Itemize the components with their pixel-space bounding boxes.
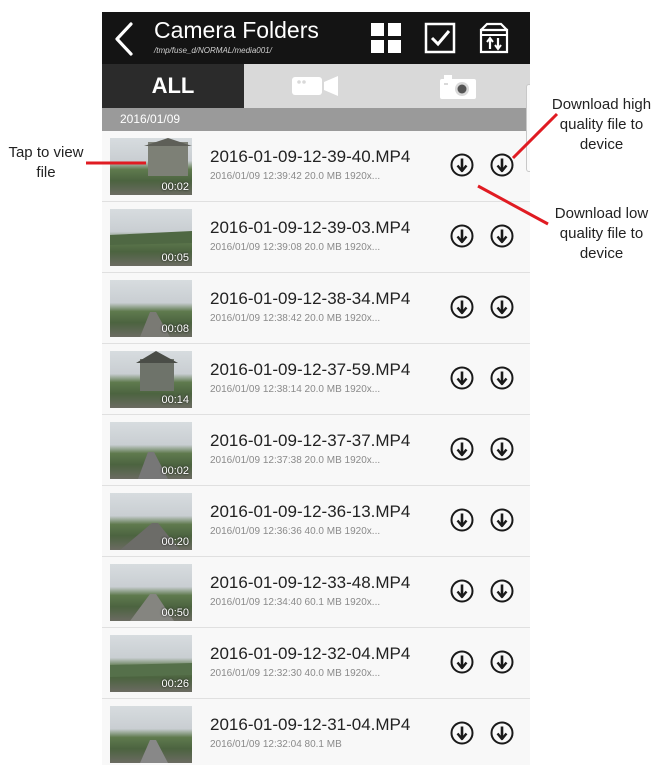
file-row[interactable]: 00:02 2016-01-09-12-37-37.MP4 2016/01/09 1… xyxy=(102,415,530,486)
file-name[interactable]: 2016-01-09-12-36-13.MP4 xyxy=(210,502,410,522)
file-name[interactable]: 2016-01-09-12-32-04.MP4 xyxy=(210,644,410,664)
video-duration: 00:02 xyxy=(161,181,189,193)
annotation-download-high: Download high quality file to device xyxy=(551,96,652,153)
folder-path: /tmp/fuse_d/NORMAL/media001/ xyxy=(154,46,272,55)
file-row[interactable]: 00:02 2016-01-09-12-39-40.MP4 2016/01/09 1… xyxy=(102,131,530,202)
download-high-quality-icon[interactable] xyxy=(490,366,514,390)
download-high-quality-icon[interactable] xyxy=(490,295,514,319)
tab-photos[interactable] xyxy=(386,64,530,108)
file-meta: 2016/01/09 12:39:08 20.0 MB 1920x... xyxy=(210,242,381,253)
file-row[interactable]: 00:05 2016-01-09-12-39-03.MP4 2016/01/09 1… xyxy=(102,202,530,273)
download-low-quality-icon[interactable] xyxy=(450,579,474,603)
file-meta: 2016/01/09 12:38:42 20.0 MB 1920x... xyxy=(210,313,381,324)
file-row[interactable]: 00:26 2016-01-09-12-32-04.MP4 2016/01/09 1… xyxy=(102,628,530,699)
download-high-quality-icon[interactable] xyxy=(490,153,514,177)
camera-folders-screen: Camera Folders /tmp/fuse_d/NORMAL/media0… xyxy=(102,12,530,765)
file-name[interactable]: 2016-01-09-12-33-48.MP4 xyxy=(210,573,410,593)
file-meta: 2016/01/09 12:34:40 60.1 MB 1920x... xyxy=(210,597,381,608)
tab-all[interactable]: ALL xyxy=(102,64,244,108)
video-duration: 00:26 xyxy=(161,678,189,690)
file-name[interactable]: 2016-01-09-12-31-04.MP4 xyxy=(210,715,410,735)
annotation-download-low: Download low quality file to device xyxy=(554,205,649,262)
file-meta: 2016/01/09 12:32:04 80.1 MB xyxy=(210,739,342,750)
download-low-quality-icon[interactable] xyxy=(450,508,474,532)
download-low-quality-icon[interactable] xyxy=(450,437,474,461)
file-row[interactable]: 00:20 2016-01-09-12-36-13.MP4 2016/01/09 1… xyxy=(102,486,530,557)
download-low-quality-icon[interactable] xyxy=(450,153,474,177)
file-meta: 2016/01/09 12:38:14 20.0 MB 1920x... xyxy=(210,384,381,395)
video-thumbnail[interactable]: 00:50 xyxy=(110,564,192,621)
file-meta: 2016/01/09 12:36:36 40.0 MB 1920x... xyxy=(210,526,381,537)
date-group-header: 2016/01/09 xyxy=(102,108,530,131)
video-thumbnail[interactable]: 00:08 xyxy=(110,280,192,337)
download-low-quality-icon[interactable] xyxy=(450,295,474,319)
file-meta: 2016/01/09 12:37:38 20.0 MB 1920x... xyxy=(210,455,381,466)
video-duration: 00:50 xyxy=(161,607,189,619)
file-name[interactable]: 2016-01-09-12-38-34.MP4 xyxy=(210,289,410,309)
file-row[interactable]: 00:08 2016-01-09-12-38-34.MP4 2016/01/09 1… xyxy=(102,273,530,344)
file-row[interactable]: 00:50 2016-01-09-12-33-48.MP4 2016/01/09 1… xyxy=(102,557,530,628)
file-list: 00:02 2016-01-09-12-39-40.MP4 2016/01/09 1… xyxy=(102,131,530,765)
file-name[interactable]: 2016-01-09-12-39-40.MP4 xyxy=(210,147,410,167)
tab-all-label: ALL xyxy=(151,73,195,98)
video-thumbnail[interactable]: 00:20 xyxy=(110,493,192,550)
file-row[interactable]: 00:14 2016-01-09-12-37-59.MP4 2016/01/09 1… xyxy=(102,344,530,415)
app-header: Camera Folders /tmp/fuse_d/NORMAL/media0… xyxy=(102,12,530,64)
download-low-quality-icon[interactable] xyxy=(450,721,474,745)
download-low-quality-icon[interactable] xyxy=(450,366,474,390)
video-duration: 00:05 xyxy=(161,252,189,264)
video-camera-icon xyxy=(292,76,338,96)
video-duration: 00:02 xyxy=(161,465,189,477)
download-high-quality-icon[interactable] xyxy=(490,721,514,745)
file-meta: 2016/01/09 12:39:42 20.0 MB 1920x... xyxy=(210,171,381,182)
download-high-quality-icon[interactable] xyxy=(490,224,514,248)
video-thumbnail[interactable] xyxy=(110,706,192,763)
media-type-tabs: ALL xyxy=(102,64,530,108)
video-duration: 00:20 xyxy=(161,536,189,548)
download-low-quality-icon[interactable] xyxy=(450,224,474,248)
annotation-tap-to-view: Tap to view file xyxy=(8,144,84,181)
file-name[interactable]: 2016-01-09-12-37-59.MP4 xyxy=(210,360,410,380)
download-high-quality-icon[interactable] xyxy=(490,579,514,603)
video-duration: 00:08 xyxy=(161,323,189,335)
select-checkbox-icon[interactable] xyxy=(424,22,456,54)
photo-camera-icon xyxy=(440,75,476,99)
video-thumbnail[interactable]: 00:14 xyxy=(110,351,192,408)
download-low-quality-icon[interactable] xyxy=(450,650,474,674)
file-meta: 2016/01/09 12:32:30 40.0 MB 1920x... xyxy=(210,668,381,679)
download-high-quality-icon[interactable] xyxy=(490,650,514,674)
sort-download-icon[interactable] xyxy=(478,22,510,54)
grid-icon[interactable] xyxy=(370,22,402,54)
download-high-quality-icon[interactable] xyxy=(490,508,514,532)
page-title: Camera Folders xyxy=(154,17,319,43)
scrollbar[interactable] xyxy=(526,84,530,172)
download-high-quality-icon[interactable] xyxy=(490,437,514,461)
file-name[interactable]: 2016-01-09-12-39-03.MP4 xyxy=(210,218,410,238)
back-icon[interactable] xyxy=(114,22,134,56)
video-thumbnail[interactable]: 00:26 xyxy=(110,635,192,692)
file-row[interactable]: 2016-01-09-12-31-04.MP4 2016/01/09 12:32:… xyxy=(102,699,530,765)
video-thumbnail[interactable]: 00:02 xyxy=(110,138,192,195)
video-thumbnail[interactable]: 00:05 xyxy=(110,209,192,266)
file-name[interactable]: 2016-01-09-12-37-37.MP4 xyxy=(210,431,410,451)
video-thumbnail[interactable]: 00:02 xyxy=(110,422,192,479)
tab-videos[interactable] xyxy=(244,64,386,108)
video-duration: 00:14 xyxy=(161,394,189,406)
